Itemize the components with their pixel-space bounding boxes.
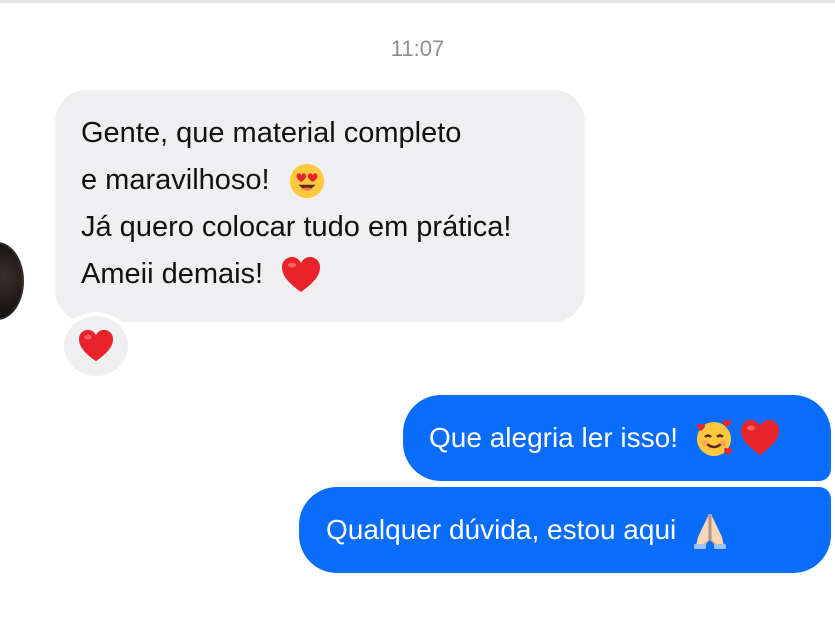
message-timestamp: 11:07 [390, 36, 445, 61]
red-heart-icon [281, 256, 321, 294]
folded-hands-icon [690, 510, 730, 550]
smiling-face-with-hearts-icon [694, 418, 734, 458]
red-heart-icon [740, 419, 780, 457]
message-line-text: Ameii demais! [81, 258, 264, 290]
outgoing-message-bubble[interactable]: Qualquer dúvida, estou aqui [299, 487, 831, 573]
top-divider [0, 0, 835, 3]
message-line-text: e maravilhoso! [81, 164, 270, 196]
incoming-message-bubble[interactable]: Gente, que material completo e maravilho… [55, 90, 585, 322]
message-text: Qualquer dúvida, estou aqui [326, 514, 677, 545]
message-line: Ameii demais! [81, 251, 559, 298]
message-line-text: Gente, que material completo [81, 117, 462, 149]
red-heart-icon [78, 329, 114, 363]
message-text: Que alegria ler isso! [429, 422, 679, 453]
message-line: e maravilhoso! [81, 157, 559, 204]
heart-eyes-icon [288, 162, 326, 200]
contact-avatar[interactable] [0, 242, 24, 320]
message-line: Já quero colocar tudo em prática! [81, 204, 559, 251]
message-line: Gente, que material completo [81, 110, 559, 157]
heart-reaction[interactable] [60, 312, 132, 380]
outgoing-message-bubble[interactable]: Que alegria ler isso! [403, 395, 831, 481]
message-line-text: Já quero colocar tudo em prática! [81, 211, 512, 243]
